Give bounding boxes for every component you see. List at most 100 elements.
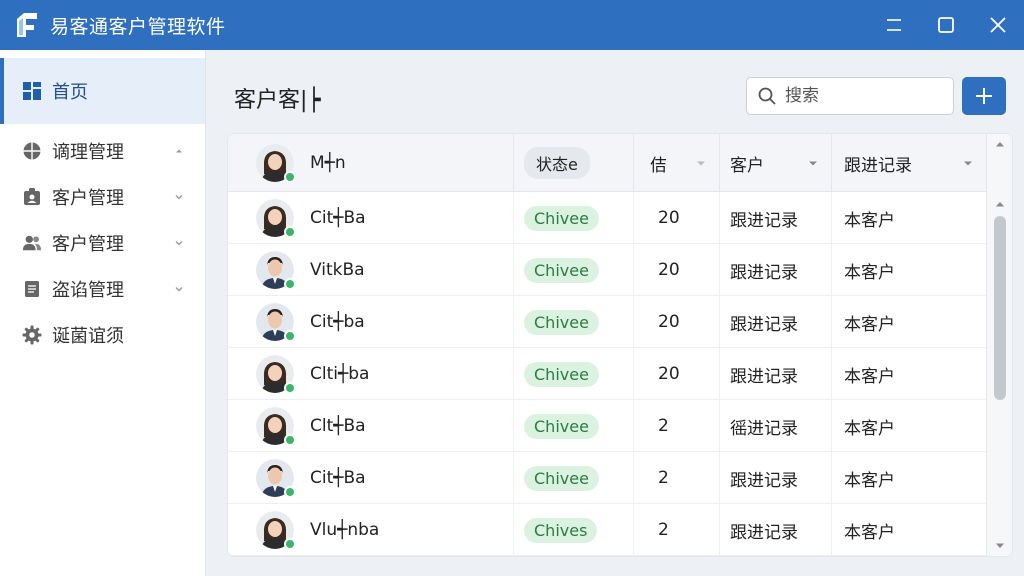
minimize-button[interactable] xyxy=(868,0,920,50)
sort-caret-icon xyxy=(964,161,972,166)
customer-name: Clt┽Ba xyxy=(310,416,366,436)
window-controls xyxy=(868,0,1024,50)
dashboard-icon xyxy=(22,81,42,101)
cell-status: Chivee xyxy=(514,244,634,296)
table-row[interactable]: Cit┽ba Chivee 20 跟进记录 本客户 xyxy=(228,296,986,348)
sidebar-item-customers-2[interactable]: 客户管理 xyxy=(0,220,205,266)
scroll-up-arrow-icon[interactable] xyxy=(995,200,1005,208)
app-title: 易客通客户管理软件 xyxy=(50,15,226,38)
table-row[interactable]: Clt┽Ba Chivee 2 徭进记录 本客户 xyxy=(228,400,986,452)
follow-up-value: 本客户 xyxy=(844,470,895,491)
add-customer-button[interactable] xyxy=(962,77,1006,115)
cell-name: VitkBa xyxy=(228,244,514,296)
status-badge: Chivee xyxy=(524,413,599,439)
cell-customer: 徭进记录 xyxy=(720,400,832,452)
customer-value: 跟进记录 xyxy=(730,366,798,387)
count-value: 20 xyxy=(658,364,680,384)
customer-name: Cit┽Ba xyxy=(310,208,366,228)
table-row[interactable]: Vlu┽nba Chives 2 跟进记录 本客户 xyxy=(228,504,986,556)
search-icon xyxy=(758,87,776,105)
table-row[interactable]: Clti┽ba Chivee 20 跟进记录 本客户 xyxy=(228,348,986,400)
close-icon xyxy=(990,17,1006,33)
table-row[interactable]: VitkBa Chivee 20 跟进记录 本客户 xyxy=(228,244,986,296)
cell-follow-up: 本客户 xyxy=(832,504,986,556)
cell-follow-up: 本客户 xyxy=(832,244,986,296)
sidebar-item-management-2[interactable]: 盗谄管理 xyxy=(0,266,205,312)
globe-icon xyxy=(22,141,42,161)
sidebar-item-customers-1[interactable]: 客户管理 xyxy=(0,174,205,220)
chevron-down-icon xyxy=(175,241,183,246)
cell-follow-up: 本客户 xyxy=(832,452,986,504)
sidebar-item-label: 首页 xyxy=(52,82,88,103)
scroll-down-icon[interactable] xyxy=(995,542,1005,550)
sidebar-item-settings[interactable]: 诞菌谊须 xyxy=(0,312,205,358)
column-header-customer[interactable]: 客户 xyxy=(720,134,832,192)
table-row[interactable]: Cit┽Ba Chivee 20 跟进记录 本客户 xyxy=(228,192,986,244)
scrollbar-thumb[interactable] xyxy=(994,216,1006,400)
status-badge: Chivee xyxy=(524,361,599,387)
cell-count: 20 xyxy=(634,192,720,244)
follow-up-value: 本客户 xyxy=(844,314,895,335)
follow-up-value: 本客户 xyxy=(844,418,895,439)
sidebar-item-home[interactable]: 首页 xyxy=(0,58,205,124)
sidebar-item-label: 盗谄管理 xyxy=(52,280,124,301)
status-badge: Chivee xyxy=(524,205,599,231)
cell-follow-up: 本客户 xyxy=(832,296,986,348)
cell-status: Chivee xyxy=(514,400,634,452)
cell-count: 20 xyxy=(634,348,720,400)
contact-icon xyxy=(22,187,42,207)
status-badge: Chivee xyxy=(524,257,599,283)
avatar xyxy=(256,355,296,394)
main-content: 客户客|┝ 搜索 M┽n 状态e 佶 客户 跟进记录 Cit┽Ba Chivee… xyxy=(206,50,1024,576)
vertical-scrollbar[interactable] xyxy=(986,134,1012,556)
cell-customer: 跟进记录 xyxy=(720,348,832,400)
customer-name: VitkBa xyxy=(310,260,365,280)
cell-status: Chivee xyxy=(514,296,634,348)
cell-count: 2 xyxy=(634,504,720,556)
online-status-dot xyxy=(284,434,296,446)
column-header-status[interactable]: 状态e xyxy=(514,134,634,192)
follow-up-value: 本客户 xyxy=(844,262,895,283)
customer-value: 跟进记录 xyxy=(730,314,798,335)
close-button[interactable] xyxy=(972,0,1024,50)
page-title: 客户客|┝ xyxy=(234,88,321,113)
sidebar-item-label: 客户管理 xyxy=(52,188,124,209)
plus-icon xyxy=(976,88,992,104)
column-header-label: 客户 xyxy=(730,155,764,176)
gear-icon xyxy=(22,325,42,345)
customer-table: M┽n 状态e 佶 客户 跟进记录 Cit┽Ba Chivee 20 跟进记录 … xyxy=(228,134,1012,556)
search-box[interactable] xyxy=(746,77,954,115)
table-row[interactable]: Cit┽Ba Chivee 2 跟进记录 本客户 xyxy=(228,452,986,504)
customer-name: Clti┽ba xyxy=(310,364,370,384)
count-value: 20 xyxy=(658,208,680,228)
customer-name: Vlu┽nba xyxy=(310,520,380,540)
cell-name: Vlu┽nba xyxy=(228,504,514,556)
avatar xyxy=(256,144,296,183)
status-badge: Chivee xyxy=(524,309,599,335)
cell-name: Cit┽Ba xyxy=(228,192,514,244)
users-icon xyxy=(22,233,42,253)
avatar xyxy=(256,459,296,498)
search-input[interactable] xyxy=(785,86,945,106)
cell-customer: 跟进记录 xyxy=(720,244,832,296)
count-value: 20 xyxy=(658,260,680,280)
cell-name: Clti┽ba xyxy=(228,348,514,400)
customer-value: 徭进记录 xyxy=(730,418,798,439)
count-value: 2 xyxy=(658,520,669,540)
maximize-button[interactable] xyxy=(920,0,972,50)
column-header-follow-up[interactable]: 跟进记录 xyxy=(832,134,986,192)
title-bar: 易客通客户管理软件 xyxy=(0,0,1024,50)
scroll-up-icon[interactable] xyxy=(995,140,1005,148)
sidebar-item-management-1[interactable]: 谪理管理 xyxy=(0,128,205,174)
avatar xyxy=(256,511,296,550)
customer-name: Cit┽ba xyxy=(310,312,365,332)
column-header-label: 佶 xyxy=(650,155,667,176)
column-header-label: 状态e xyxy=(524,147,590,179)
count-value: 2 xyxy=(658,468,669,488)
column-header-name[interactable]: M┽n xyxy=(228,134,514,192)
cell-count: 2 xyxy=(634,452,720,504)
cell-customer: 跟进记录 xyxy=(720,452,832,504)
column-header-count[interactable]: 佶 xyxy=(634,134,720,192)
online-status-dot xyxy=(284,486,296,498)
cell-follow-up: 本客户 xyxy=(832,348,986,400)
